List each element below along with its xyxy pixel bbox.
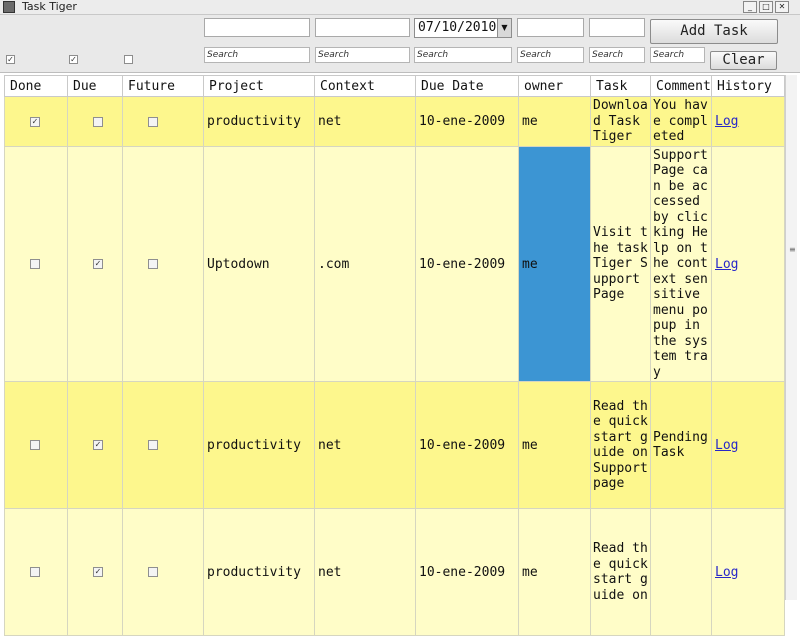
comment-search-input[interactable]: Search bbox=[650, 47, 705, 63]
task-cell[interactable]: Download Task Tiger bbox=[590, 96, 651, 147]
context-cell[interactable]: net bbox=[314, 508, 416, 636]
future-filter-checkbox[interactable] bbox=[124, 55, 133, 64]
owner-cell[interactable]: me bbox=[518, 508, 591, 636]
future-checkbox[interactable] bbox=[148, 567, 158, 577]
column-header-history[interactable]: History bbox=[711, 75, 785, 97]
window-title: Task Tiger bbox=[22, 0, 77, 13]
future-checkbox[interactable] bbox=[148, 259, 158, 269]
chevron-down-icon[interactable]: ▼ bbox=[497, 19, 511, 37]
due-checkbox[interactable]: ✓ bbox=[93, 259, 103, 269]
due-cell bbox=[67, 96, 123, 147]
log-link[interactable]: Log bbox=[715, 114, 738, 129]
comment-cell[interactable] bbox=[650, 508, 712, 636]
due-checkbox[interactable]: ✓ bbox=[93, 440, 103, 450]
task-filter-input[interactable] bbox=[589, 18, 645, 37]
future-cell bbox=[122, 146, 204, 382]
owner-filter-input[interactable] bbox=[517, 18, 584, 37]
table-row[interactable]: ✓ Uptodown .com 10-ene-2009 me Visit the… bbox=[4, 146, 785, 382]
column-header-comment[interactable]: Comment bbox=[650, 75, 712, 97]
context-cell[interactable]: net bbox=[314, 381, 416, 509]
context-cell[interactable]: net bbox=[314, 96, 416, 147]
comment-cell[interactable]: Support Page can be accessed by clicking… bbox=[650, 146, 712, 382]
minimize-button[interactable]: _ bbox=[743, 1, 757, 13]
table-row[interactable]: ✓ productivity net 10-ene-2009 me Downlo… bbox=[4, 96, 785, 147]
column-header-project[interactable]: Project bbox=[203, 75, 315, 97]
task-cell[interactable]: Visit the taskTiger Support Page bbox=[590, 146, 651, 382]
close-button[interactable]: ✕ bbox=[775, 1, 789, 13]
due-date-cell[interactable]: 10-ene-2009 bbox=[415, 508, 519, 636]
future-cell bbox=[122, 508, 204, 636]
owner-cell[interactable]: me bbox=[518, 381, 591, 509]
done-checkbox[interactable] bbox=[30, 259, 40, 269]
done-cell bbox=[4, 381, 68, 509]
due-date-value: 07/10/2010 bbox=[418, 20, 497, 35]
table-row[interactable]: ✓ productivity net 10-ene-2009 me Read t… bbox=[4, 508, 785, 636]
column-header-future[interactable]: Future bbox=[122, 75, 204, 97]
due-date-cell[interactable]: 10-ene-2009 bbox=[415, 381, 519, 509]
duedate-search-input[interactable]: Search bbox=[414, 47, 512, 63]
comment-cell[interactable]: Pending Task bbox=[650, 381, 712, 509]
future-checkbox[interactable] bbox=[148, 440, 158, 450]
done-cell bbox=[4, 508, 68, 636]
done-cell bbox=[4, 146, 68, 382]
title-bar: Task Tiger _ □ ✕ bbox=[0, 0, 800, 15]
due-cell: ✓ bbox=[67, 381, 123, 509]
future-cell bbox=[122, 96, 204, 147]
table-header-row: Done Due Future Project Context Due Date… bbox=[4, 75, 785, 97]
scrollbar-grip-icon: ≡ bbox=[789, 245, 796, 254]
column-header-due-date[interactable]: Due Date bbox=[415, 75, 519, 97]
column-header-owner[interactable]: owner bbox=[518, 75, 591, 97]
due-date-picker[interactable]: 07/10/2010 ▼ bbox=[414, 18, 512, 38]
future-checkbox[interactable] bbox=[148, 116, 158, 127]
context-cell[interactable]: .com bbox=[314, 146, 416, 382]
future-cell bbox=[122, 381, 204, 509]
done-checkbox[interactable] bbox=[30, 440, 40, 450]
due-checkbox[interactable] bbox=[93, 116, 103, 127]
history-cell: Log bbox=[711, 96, 785, 147]
task-cell[interactable]: Read the quick start guide on Support pa… bbox=[590, 381, 651, 509]
context-search-input[interactable]: Search bbox=[315, 47, 410, 63]
column-header-task[interactable]: Task bbox=[590, 75, 651, 97]
done-cell: ✓ bbox=[4, 96, 68, 147]
done-checkbox[interactable] bbox=[30, 567, 40, 577]
add-task-button[interactable]: Add Task bbox=[650, 19, 778, 44]
column-header-due[interactable]: Due bbox=[67, 75, 123, 97]
history-cell: Log bbox=[711, 381, 785, 509]
owner-cell[interactable]: me bbox=[518, 96, 591, 147]
due-date-cell[interactable]: 10-ene-2009 bbox=[415, 96, 519, 147]
project-search-input[interactable]: Search bbox=[204, 47, 310, 63]
history-cell: Log bbox=[711, 146, 785, 382]
column-header-context[interactable]: Context bbox=[314, 75, 416, 97]
done-checkbox[interactable]: ✓ bbox=[30, 116, 40, 127]
owner-cell-selected[interactable]: me bbox=[518, 146, 591, 382]
due-filter-checkbox[interactable]: ✓ bbox=[69, 55, 78, 64]
task-cell[interactable]: Read the quick start guide on bbox=[590, 508, 651, 636]
project-filter-input[interactable] bbox=[204, 18, 310, 37]
task-search-input[interactable]: Search bbox=[589, 47, 645, 63]
due-cell: ✓ bbox=[67, 508, 123, 636]
log-link[interactable]: Log bbox=[715, 257, 738, 272]
column-header-done[interactable]: Done bbox=[4, 75, 68, 97]
log-link[interactable]: Log bbox=[715, 438, 738, 453]
vertical-scrollbar[interactable]: ≡ bbox=[785, 75, 797, 600]
table-row[interactable]: ✓ productivity net 10-ene-2009 me Read t… bbox=[4, 381, 785, 509]
project-cell[interactable]: productivity bbox=[203, 96, 315, 147]
project-cell[interactable]: productivity bbox=[203, 381, 315, 509]
maximize-button[interactable]: □ bbox=[759, 1, 773, 13]
due-checkbox[interactable]: ✓ bbox=[93, 567, 103, 577]
owner-search-input[interactable]: Search bbox=[517, 47, 584, 63]
done-filter-checkbox[interactable]: ✓ bbox=[6, 55, 15, 64]
project-cell[interactable]: productivity bbox=[203, 508, 315, 636]
due-cell: ✓ bbox=[67, 146, 123, 382]
due-date-cell[interactable]: 10-ene-2009 bbox=[415, 146, 519, 382]
task-table: Done Due Future Project Context Due Date… bbox=[4, 75, 785, 636]
comment-cell[interactable]: You have completed bbox=[650, 96, 712, 147]
tiger-app-icon bbox=[3, 1, 15, 13]
log-link[interactable]: Log bbox=[715, 565, 738, 580]
project-cell[interactable]: Uptodown bbox=[203, 146, 315, 382]
context-filter-input[interactable] bbox=[315, 18, 410, 37]
history-cell: Log bbox=[711, 508, 785, 636]
clear-button[interactable]: Clear bbox=[710, 51, 777, 70]
